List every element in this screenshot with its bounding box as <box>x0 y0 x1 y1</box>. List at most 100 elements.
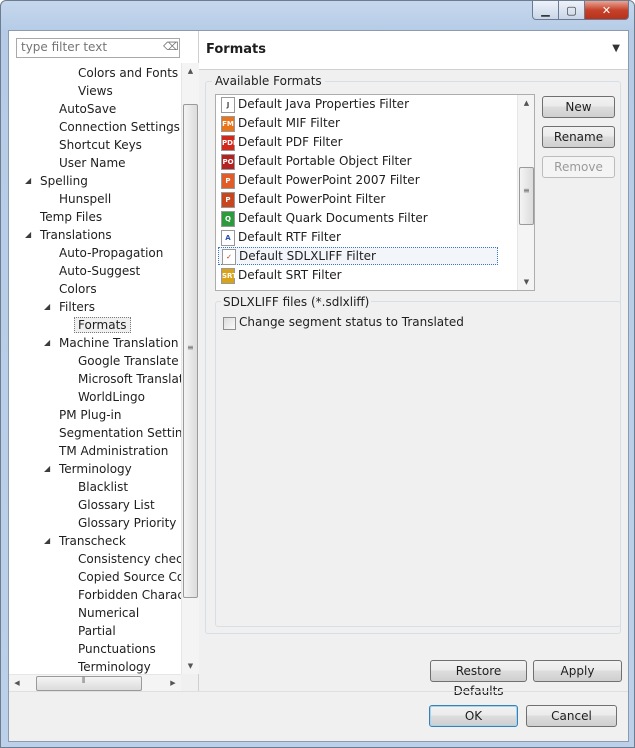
view-menu-icon[interactable]: ▼ <box>612 43 620 54</box>
tree-item-label: Transcheck <box>59 534 126 548</box>
tree-item[interactable]: Partial <box>78 622 116 640</box>
tree-item-label: Colors <box>59 282 97 296</box>
format-list-item[interactable]: SRT Default SRT Filter <box>218 266 496 284</box>
tree-item-label: Glossary List <box>78 498 155 512</box>
format-list-item[interactable]: P Default PowerPoint 2007 Filter <box>218 171 496 189</box>
format-list-item[interactable]: Q Default Quark Documents Filter <box>218 209 496 227</box>
tree-item[interactable]: ◢ Machine Translation <box>44 334 178 352</box>
tree-item[interactable]: Colors and Fonts <box>78 64 178 82</box>
change-status-checkbox-label[interactable]: Change segment status to Translated <box>239 315 464 329</box>
scroll-right-arrow-icon[interactable]: ▶ <box>165 675 181 692</box>
tree-item[interactable]: ◢ Filters <box>44 298 95 316</box>
expanded-arrow-icon[interactable]: ◢ <box>25 172 35 190</box>
scrollbar-corner <box>181 674 198 691</box>
tree-item[interactable]: Blacklist <box>78 478 128 496</box>
tree-item[interactable]: Glossary Priority <box>78 514 176 532</box>
expanded-arrow-icon[interactable]: ◢ <box>44 334 54 352</box>
restore-defaults-button[interactable]: Restore Defaults <box>430 660 527 698</box>
tree-item-label: Terminology <box>59 462 132 476</box>
scroll-thumb[interactable]: ≡ <box>183 104 198 598</box>
expanded-arrow-icon[interactable]: ◢ <box>44 460 54 478</box>
format-list-item[interactable]: FM Default MIF Filter <box>218 114 496 132</box>
format-list-item[interactable]: J Default Java Properties Filter <box>218 95 496 113</box>
tree-item[interactable]: Connection Settings <box>59 118 180 136</box>
tree-vertical-scrollbar[interactable]: ▲ ≡ ▼ <box>181 63 199 674</box>
tree-item-label: Consistency check <box>78 552 181 566</box>
formats-list[interactable]: J Default Java Properties Filter FM Default… <box>215 94 535 291</box>
scroll-down-arrow-icon[interactable]: ▼ <box>182 658 199 674</box>
tree-item-label: Connection Settings <box>59 120 180 134</box>
tree-item[interactable]: Hunspell <box>59 190 111 208</box>
format-list-item[interactable]: P Default PowerPoint Filter <box>218 190 496 208</box>
clear-filter-icon[interactable]: ⌫ <box>163 40 179 54</box>
tree-item[interactable]: ◢ Transcheck <box>44 532 126 550</box>
tree-item[interactable]: Auto-Suggest <box>59 262 140 280</box>
tree-item-label: Formats <box>74 317 131 333</box>
tree-item-label: Microsoft Translator <box>78 372 181 386</box>
tree-item[interactable]: Views <box>78 82 113 100</box>
tree-item[interactable]: User Name <box>59 154 126 172</box>
expanded-arrow-icon[interactable]: ◢ <box>44 532 54 550</box>
tree-item[interactable]: Shortcut Keys <box>59 136 142 154</box>
tree-item-label: Temp Files <box>40 210 103 224</box>
format-list-item[interactable]: ✓ Default SDLXLIFF Filter <box>218 247 498 265</box>
format-list-item-label: Default Java Properties Filter <box>238 97 409 111</box>
tree-item[interactable]: Forbidden Characters <box>78 586 181 604</box>
new-button[interactable]: New <box>542 96 615 118</box>
formats-list-scrollbar[interactable]: ▲ ≡ ▼ <box>517 95 534 290</box>
tree-item[interactable]: Numerical <box>78 604 139 622</box>
tree-item[interactable]: ◢ Translations <box>25 226 112 244</box>
format-list-item[interactable]: PDF Default PDF Filter <box>218 133 496 151</box>
tree-item[interactable]: Consistency check <box>78 550 181 568</box>
rename-button[interactable]: Rename <box>542 126 615 148</box>
tree-item[interactable]: AutoSave <box>59 100 116 118</box>
tree-item-label: Terminology <box>78 660 151 674</box>
scroll-up-arrow-icon[interactable]: ▲ <box>518 95 534 111</box>
scroll-thumb-horizontal[interactable]: ⦀ <box>36 676 142 691</box>
filter-input[interactable] <box>17 39 161 55</box>
tree-item[interactable]: ◢ Spelling <box>25 172 88 190</box>
cancel-button[interactable]: Cancel <box>526 705 617 727</box>
close-icon[interactable]: ✕ <box>585 1 629 20</box>
scroll-up-arrow-icon[interactable]: ▲ <box>182 63 199 79</box>
format-list-item[interactable]: A Default RTF Filter <box>218 228 496 246</box>
maximize-icon[interactable]: ▢ <box>559 1 585 20</box>
preferences-window: ▁ ▢ ✕ ⌫ Colors and Fonts Views AutoSave Con… <box>0 0 635 748</box>
tree-item[interactable]: Glossary List <box>78 496 155 514</box>
tree-item[interactable]: TM Administration <box>59 442 168 460</box>
scroll-thumb[interactable]: ≡ <box>519 167 534 225</box>
format-list-item-label: Default MIF Filter <box>238 116 340 130</box>
change-status-checkbox[interactable] <box>223 317 236 330</box>
expanded-arrow-icon[interactable]: ◢ <box>44 298 54 316</box>
scroll-left-arrow-icon[interactable]: ◀ <box>9 675 25 692</box>
ok-button[interactable]: OK <box>429 705 518 727</box>
apply-button[interactable]: Apply <box>533 660 622 682</box>
tree-item[interactable]: Terminology <box>78 658 151 674</box>
tree-item[interactable]: Auto-Propagation <box>59 244 163 262</box>
remove-button[interactable]: Remove <box>542 156 615 178</box>
tree-item[interactable]: PM Plug-in <box>59 406 121 424</box>
tree-item-label: Auto-Propagation <box>59 246 164 260</box>
tree-item[interactable]: WorldLingo <box>78 388 145 406</box>
filter-field[interactable]: ⌫ <box>16 38 180 58</box>
tree-horizontal-scrollbar[interactable]: ◀ ⦀ ▶ <box>9 674 181 692</box>
minimize-icon[interactable]: ▁ <box>532 1 559 20</box>
tree-item-label: Shortcut Keys <box>59 138 142 152</box>
quark-icon: Q <box>221 211 235 227</box>
preferences-navigation: ⌫ Colors and Fonts Views AutoSave Connectio… <box>9 31 199 692</box>
tree-item[interactable]: Segmentation Settings <box>59 424 181 442</box>
tree-item[interactable]: Temp Files <box>40 208 102 226</box>
tree-item[interactable]: Copied Source Content <box>78 568 181 586</box>
tree-item[interactable]: Microsoft Translator <box>78 370 181 388</box>
tree-item[interactable]: ◢ Terminology <box>44 460 132 478</box>
tree-item[interactable]: Formats <box>74 316 131 334</box>
tree-item[interactable]: Punctuations <box>78 640 156 658</box>
format-list-item[interactable]: PO Default Portable Object Filter <box>218 152 496 170</box>
expanded-arrow-icon[interactable]: ◢ <box>25 226 35 244</box>
tree-item[interactable]: Google Translate <box>78 352 179 370</box>
format-list-item-label: Default Quark Documents Filter <box>238 211 428 225</box>
tree-item-label: Forbidden Characters <box>78 588 181 602</box>
file-type-settings-group <box>215 301 621 627</box>
tree-item[interactable]: Colors <box>59 280 97 298</box>
scroll-down-arrow-icon[interactable]: ▼ <box>518 274 534 290</box>
